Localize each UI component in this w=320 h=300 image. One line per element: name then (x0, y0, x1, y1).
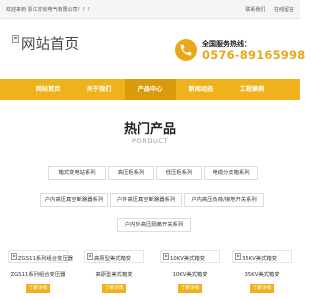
more-details-button[interactable]: 了解详情>> (26, 284, 50, 300)
more-details-button[interactable]: 了解详情>> (250, 284, 274, 300)
category-box-substation[interactable]: 箱式变电站系列 (48, 166, 106, 180)
product-card[interactable]: 35KV美式箱变 35KV美式箱变 了解详情>> (232, 250, 292, 300)
product-image[interactable]: 35KV美式箱变 (232, 250, 292, 263)
product-image[interactable]: ZGS11系列组合变压器 (8, 250, 73, 263)
category-hv-cabinet[interactable]: 高压柜系列 (108, 166, 154, 180)
nav-products[interactable]: 产品中心 (124, 79, 176, 100)
nav-home[interactable]: 网站首页 (23, 79, 74, 100)
product-image[interactable]: 高原型美式箱变 (84, 250, 144, 263)
more-details-button[interactable]: 了解详情>> (102, 284, 126, 300)
contact-us-link[interactable]: 联系我们 (245, 7, 265, 13)
product-caption[interactable]: 10KV美式箱变 (160, 270, 220, 278)
nav-news[interactable]: 新闻动态 (176, 79, 227, 100)
phone-icon (175, 39, 197, 61)
category-indoor-vcb[interactable]: 户内高压真空断路器系列 (40, 193, 108, 207)
product-caption[interactable]: 35KV美式箱变 (232, 270, 292, 278)
site-logo[interactable]: 网站首页 (12, 33, 82, 53)
broken-image-icon (11, 253, 17, 260)
broken-image-icon (87, 253, 93, 260)
product-image-alt: ZGS11系列组合变压器 (18, 256, 73, 262)
product-image[interactable]: 10KV美式箱变 (160, 250, 220, 263)
category-cable-branch[interactable]: 电缆分支箱系列 (204, 166, 258, 180)
section-title: 热门产品 (123, 122, 176, 137)
category-indoor-load-switch[interactable]: 户内高压负荷/接地开关系列 (184, 193, 264, 207)
welcome-text: 欢迎来到 浙江亦欣电气有限公司！！！ (6, 7, 93, 13)
main-nav: 网站首页 关于我们 产品中心 新闻动态 工程案例 (0, 79, 300, 100)
more-details-button[interactable]: 了解详情>> (178, 284, 202, 300)
top-links: 联系我们 在线留言 (238, 6, 294, 13)
broken-image-icon (12, 35, 19, 43)
product-image-alt: 35KV美式箱变 (242, 256, 278, 262)
product-image-alt: 高原型美式箱变 (94, 256, 132, 262)
broken-image-icon (163, 253, 169, 260)
section-subtitle: PORDUCT (131, 137, 169, 145)
hotline: 全国服务热线： 0576-89165998 (175, 37, 305, 65)
product-caption[interactable]: 高原型美式箱变 (84, 270, 144, 278)
category-isolating-switch[interactable]: 户内外高压隔离开关系列 (117, 218, 191, 232)
leave-message-link[interactable]: 在线留言 (274, 7, 294, 13)
nav-cases[interactable]: 工程案例 (227, 79, 278, 100)
top-bar: 欢迎来到 浙江亦欣电气有限公司！！！ 联系我们 在线留言 (0, 0, 300, 19)
nav-about[interactable]: 关于我们 (74, 79, 125, 100)
product-caption[interactable]: ZGS11系列组合变压器 (8, 270, 68, 278)
logo-alt-text: 网站首页 (21, 37, 79, 53)
hotline-number: 0576-89165998 (202, 48, 306, 62)
category-outdoor-vcb[interactable]: 户外高压真空断路器系列 (110, 193, 182, 207)
product-image-alt: 10KV美式箱变 (170, 256, 206, 262)
product-card[interactable]: ZGS11系列组合变压器 ZGS11系列组合变压器 了解详情>> (8, 250, 73, 300)
category-lv-cabinet[interactable]: 低压柜系列 (156, 166, 202, 180)
product-card[interactable]: 10KV美式箱变 10KV美式箱变 了解详情>> (160, 250, 220, 300)
product-card[interactable]: 高原型美式箱变 高原型美式箱变 了解详情>> (84, 250, 144, 300)
broken-image-icon (235, 253, 241, 260)
